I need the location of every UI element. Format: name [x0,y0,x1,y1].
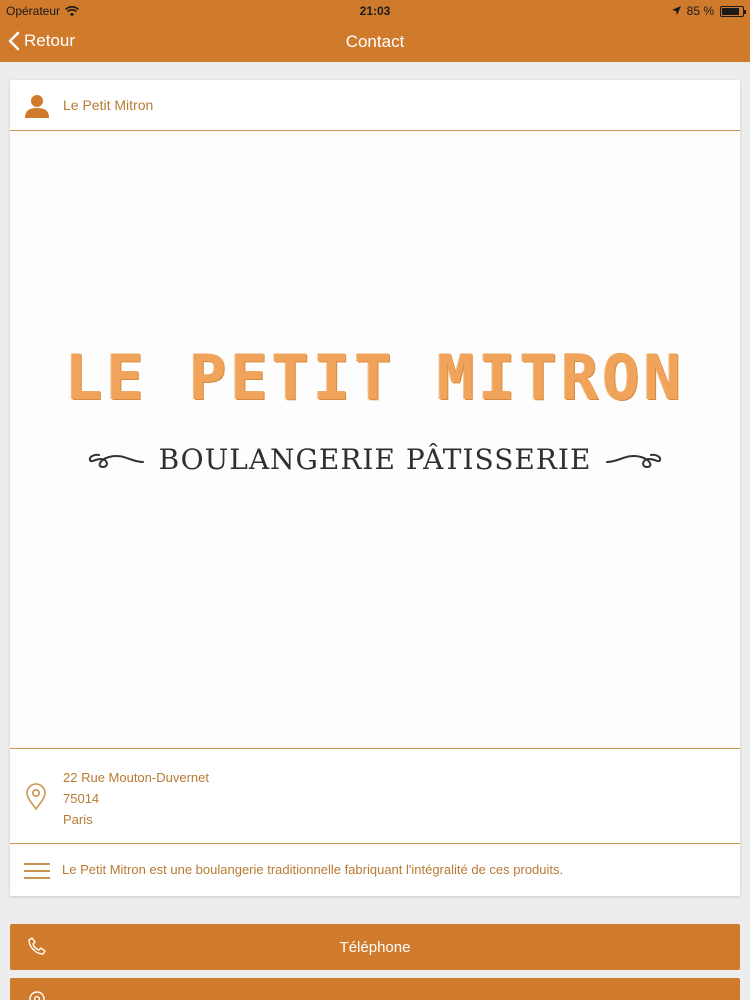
address-lines: 22 Rue Mouton-Duvernet 75014 Paris [63,767,209,830]
navigation-bar: Retour Contact [0,22,750,62]
status-right-group: 85 % [671,4,746,18]
map-pin-icon [29,991,45,1000]
description-row: Le Petit Mitron est une boulangerie trad… [10,844,740,896]
logo-subtitle: BOULANGERIE PÂTISSERIE [158,443,592,476]
contact-name: Le Petit Mitron [63,97,154,113]
address-row[interactable]: 22 Rue Mouton-Duvernet 75014 Paris [10,748,740,844]
battery-fill [722,7,739,15]
phone-button-label: Téléphone [339,939,411,956]
logo-subtitle-row: BOULANGERIE PÂTISSERIE [10,443,740,476]
description-text: Le Petit Mitron est une boulangerie trad… [62,862,564,877]
address-street: 22 Rue Mouton-Duvernet [63,770,209,785]
battery-icon [720,5,746,17]
location-arrow-icon [671,6,681,15]
battery-percent: 85 % [686,4,714,18]
address-city: Paris [63,812,93,827]
map-pin-icon [26,783,46,811]
page-title: Contact [345,32,405,51]
address-postal-code: 75014 [63,791,100,806]
left-flourish-icon [88,453,144,468]
phone-button[interactable]: Téléphone [10,924,740,970]
logo-image: LE PETIT MITRON BOULANGERIE PÂTISSERIE [10,131,740,748]
contact-card: Le Petit Mitron LE PETIT MITRON BOULANGE… [10,80,740,896]
logo-title: LE PETIT MITRON [65,341,685,414]
status-bar: Opérateur 21:03 85 % [0,0,750,22]
map-button[interactable] [10,978,740,1000]
right-flourish-icon [606,453,662,468]
contact-name-row: Le Petit Mitron [10,80,740,131]
menu-lines-icon [24,863,50,879]
person-icon [25,95,49,118]
clock: 21:03 [359,4,391,18]
